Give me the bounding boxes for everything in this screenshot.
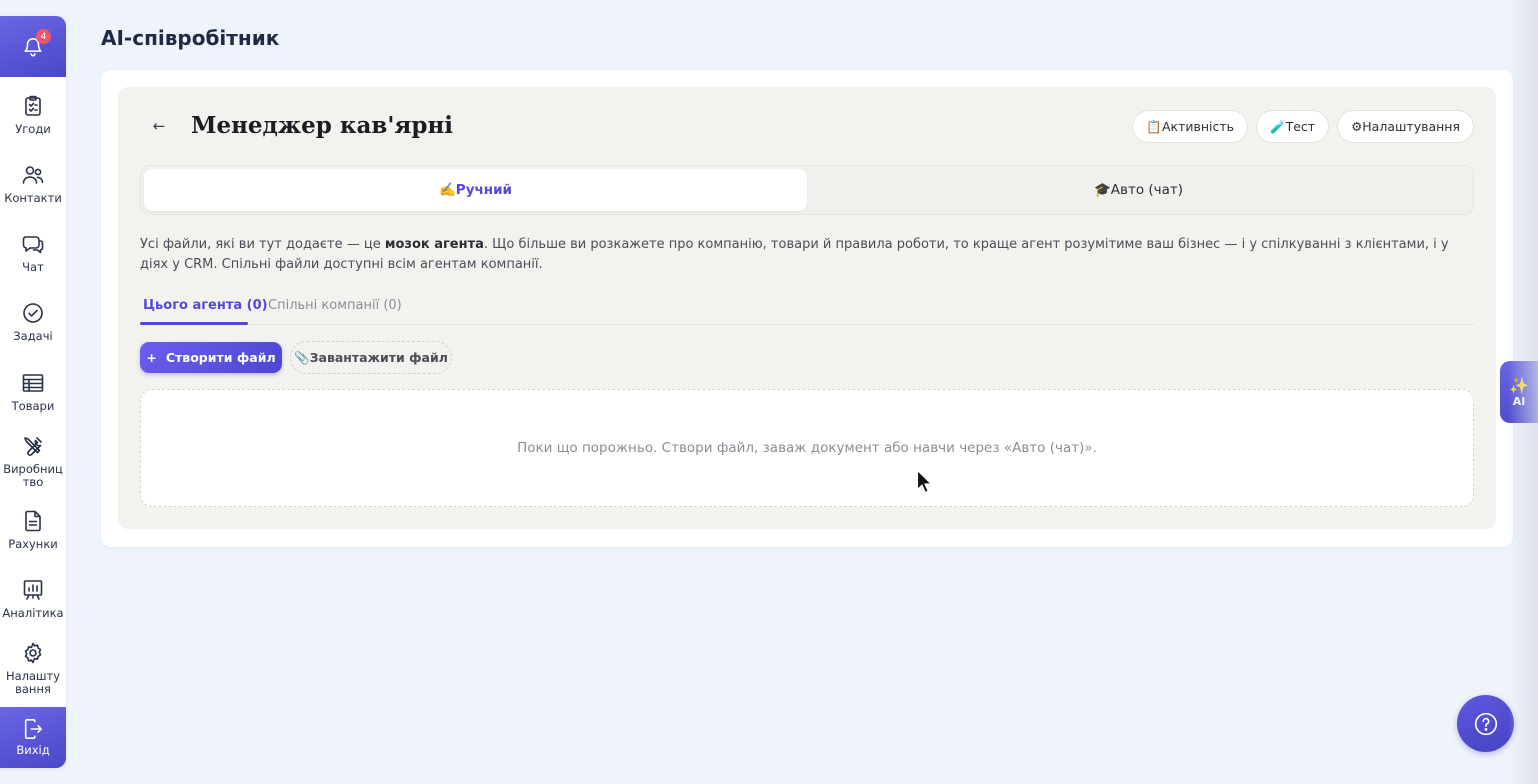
chat-icon [22, 236, 44, 254]
mode-manual[interactable]: ✍️Ручний [144, 169, 807, 211]
sparkles-icon: ✨ [1509, 375, 1529, 395]
description-text: Усі файли, які ви тут додаєте — це [140, 237, 385, 252]
test-button[interactable]: 🧪Тест [1256, 110, 1330, 143]
agent-actions: 📋Активність 🧪Тест ⚙Налаштування [1132, 110, 1474, 143]
sidebar-item-label: Аналітика [2, 606, 64, 620]
gear-icon [24, 642, 42, 664]
active-tab-indicator [140, 322, 248, 325]
sidebar-item-label: Рахунки [8, 537, 58, 551]
logout-icon [24, 719, 43, 739]
page-title: AI-співробітник [101, 26, 280, 50]
files-tabs: Цього агента (0) Спільні компанії (0) [140, 294, 1474, 325]
users-icon [22, 166, 44, 184]
exit-button[interactable]: Вихід [0, 707, 66, 768]
empty-files-state: Поки що порожньо. Створи файл, заваж док… [140, 389, 1474, 507]
sidebar-item-label: Угоди [15, 122, 51, 136]
check-circle-icon [23, 303, 43, 323]
sidebar-item-label: Контакти [4, 191, 62, 205]
sidebar-item-label: Чат [22, 260, 44, 274]
sidebar-item-production[interactable]: Виробниц тво [0, 434, 66, 489]
sidebar-item-label: Виробниц тво [3, 462, 63, 489]
ai-assistant-button[interactable]: ✨ AI [1500, 361, 1538, 423]
settings-button[interactable]: ⚙Налаштування [1337, 110, 1474, 143]
document-icon [25, 510, 41, 532]
sidebar-item-deals[interactable]: Угоди [0, 94, 66, 136]
agent-card: ← Менеджер кав'ярні 📋Активність 🧪Тест ⚙Н… [101, 70, 1513, 547]
mode-switch: ✍️Ручний 🎓Авто (чат) [140, 165, 1474, 215]
analytics-icon [23, 580, 43, 600]
empty-state-text: Поки що порожньо. Створи файл, заваж док… [517, 440, 1097, 456]
sidebar-item-label: Товари [11, 399, 55, 413]
mouse-cursor-icon [916, 469, 933, 494]
arrow-left-icon: ← [152, 117, 166, 135]
tab-shared-company[interactable]: Спільні компанії (0) [268, 298, 402, 313]
knowledge-description: Усі файли, які ви тут додаєте — це мозок… [140, 235, 1480, 275]
tab-this-agent[interactable]: Цього агента (0) [143, 298, 268, 313]
sidebar-item-analytics[interactable]: Аналітика [0, 578, 66, 620]
clipboard-icon [25, 95, 41, 116]
description-bold: мозок агента [384, 237, 484, 252]
question-icon [1474, 712, 1497, 735]
upload-file-button[interactable]: 📎Завантажити файл [290, 341, 452, 374]
back-button[interactable]: ← [150, 115, 168, 137]
sidebar-item-label: Задачі [13, 329, 53, 343]
sidebar-item-chat[interactable]: Чат [0, 232, 66, 274]
sidebar-item-label: Налашту вання [5, 669, 61, 696]
sidebar-item-contacts[interactable]: Контакти [0, 163, 66, 205]
plus-icon: + [146, 350, 157, 365]
notification-badge: 4 [36, 29, 51, 44]
create-file-button[interactable]: + Створити файл [140, 342, 282, 373]
sidebar-item-settings[interactable]: Налашту вання [0, 641, 66, 696]
mode-auto-chat[interactable]: 🎓Авто (чат) [807, 169, 1470, 211]
create-file-label: Створити файл [165, 350, 276, 365]
activity-button[interactable]: 📋Активність [1132, 110, 1249, 143]
table-icon [22, 374, 44, 392]
sidebar-item-products[interactable]: Товари [0, 371, 66, 413]
ai-label: AI [1512, 394, 1526, 408]
agent-panel: ← Менеджер кав'ярні 📋Активність 🧪Тест ⚙Н… [118, 87, 1496, 529]
sidebar: 4 Угоди Контакти Чат Задачі Товари Вироб… [0, 16, 66, 768]
sidebar-item-invoices[interactable]: Рахунки [0, 509, 66, 551]
sidebar-item-tasks[interactable]: Задачі [0, 301, 66, 343]
help-button[interactable] [1457, 695, 1514, 752]
notifications-button[interactable]: 4 [0, 16, 66, 77]
agent-name: Менеджер кав'ярні [191, 112, 454, 139]
exit-label: Вихід [16, 743, 50, 757]
tools-icon [24, 437, 42, 456]
